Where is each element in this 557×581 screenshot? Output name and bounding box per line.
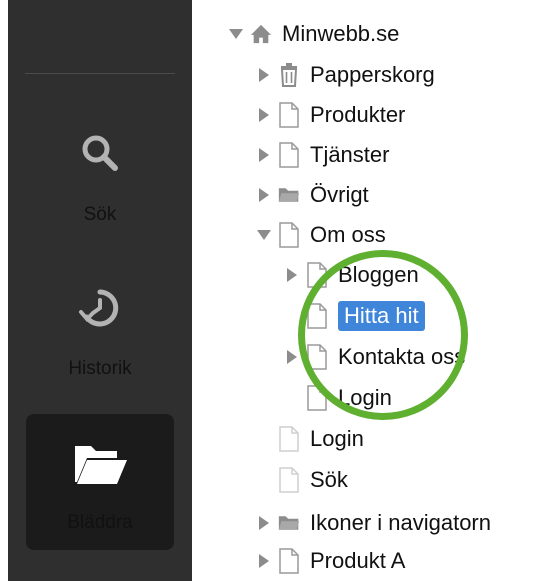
tree-item-produkt-a[interactable]: Produkt A — [256, 543, 405, 579]
tree-item-label: Tjänster — [310, 142, 390, 167]
tree-item-label: Om oss — [310, 222, 386, 247]
tree-item-sok[interactable]: Sök — [256, 462, 348, 498]
search-button-label: Sök — [83, 204, 117, 225]
tree-item-label: Bloggen — [338, 262, 419, 287]
tree-item-label: Ikoner i navigatorn — [310, 510, 491, 535]
home-icon — [250, 21, 272, 47]
page-icon — [306, 303, 328, 329]
tree-item-minwebb[interactable]: Minwebb.se — [228, 16, 399, 52]
tree-item-ovrigt[interactable]: Övrigt — [256, 177, 369, 213]
chevron-right-icon[interactable] — [284, 267, 300, 283]
chevron-down-icon[interactable] — [228, 26, 244, 42]
browse-button[interactable]: Bläddra — [26, 414, 174, 550]
sidebar: Sök Historik Bläddra — [8, 0, 192, 581]
chevron-right-icon[interactable] — [256, 147, 272, 163]
chevron-right-icon[interactable] — [256, 67, 272, 83]
page-icon — [278, 548, 300, 574]
folder-icon — [278, 510, 300, 536]
search-icon — [26, 132, 174, 174]
page-icon — [306, 262, 328, 288]
tree-item-kontakta-oss[interactable]: Kontakta oss — [284, 339, 465, 375]
browse-button-label: Bläddra — [67, 512, 133, 533]
tree-item-ikoner[interactable]: Ikoner i navigatorn — [256, 505, 491, 541]
page-faded-icon — [278, 426, 300, 452]
page-faded-icon — [278, 467, 300, 493]
tree-item-hitta-hit[interactable]: Hitta hit — [284, 298, 425, 334]
page-icon — [278, 102, 300, 128]
chevron-right-icon[interactable] — [256, 553, 272, 569]
history-button-label: Historik — [68, 358, 132, 379]
tree-item-label: Produkt A — [310, 548, 406, 573]
tree-item-label: Sök — [310, 467, 348, 492]
chevron-right-icon[interactable] — [256, 107, 272, 123]
tree-item-label-selected: Hitta hit — [338, 301, 425, 331]
trash-icon — [278, 62, 300, 88]
chevron-down-icon[interactable] — [256, 227, 272, 243]
tree-item-login[interactable]: Login — [256, 421, 364, 457]
chevron-right-icon[interactable] — [256, 515, 272, 531]
tree-item-login-child[interactable]: Login — [284, 380, 392, 416]
page-tree: Minwebb.se Papperskorg Produkter Tjänste… — [200, 0, 557, 581]
folder-icon — [278, 182, 300, 208]
tree-item-label: Produkter — [310, 102, 406, 127]
tree-item-om-oss[interactable]: Om oss — [256, 217, 386, 253]
history-button[interactable]: Historik — [26, 266, 174, 402]
page-icon — [278, 142, 300, 168]
page-icon — [306, 385, 328, 411]
tree-item-label: Login — [338, 385, 392, 410]
page-icon — [306, 344, 328, 370]
history-icon — [26, 286, 174, 330]
chevron-right-icon[interactable] — [256, 187, 272, 203]
tree-item-papperskorg[interactable]: Papperskorg — [256, 57, 435, 93]
tree-item-label: Övrigt — [310, 182, 369, 207]
tree-item-label: Login — [310, 426, 364, 451]
search-button[interactable]: Sök — [26, 110, 174, 246]
chevron-right-icon[interactable] — [284, 349, 300, 365]
tree-item-tjanster[interactable]: Tjänster — [256, 137, 389, 173]
tree-item-label: Minwebb.se — [282, 21, 400, 46]
folder-open-icon — [26, 440, 174, 486]
sidebar-divider — [25, 73, 175, 74]
tree-item-label: Papperskorg — [310, 62, 435, 87]
tree-item-bloggen[interactable]: Bloggen — [284, 257, 419, 293]
page-icon — [278, 222, 300, 248]
tree-item-produkter[interactable]: Produkter — [256, 97, 405, 133]
tree-item-label: Kontakta oss — [338, 344, 466, 369]
